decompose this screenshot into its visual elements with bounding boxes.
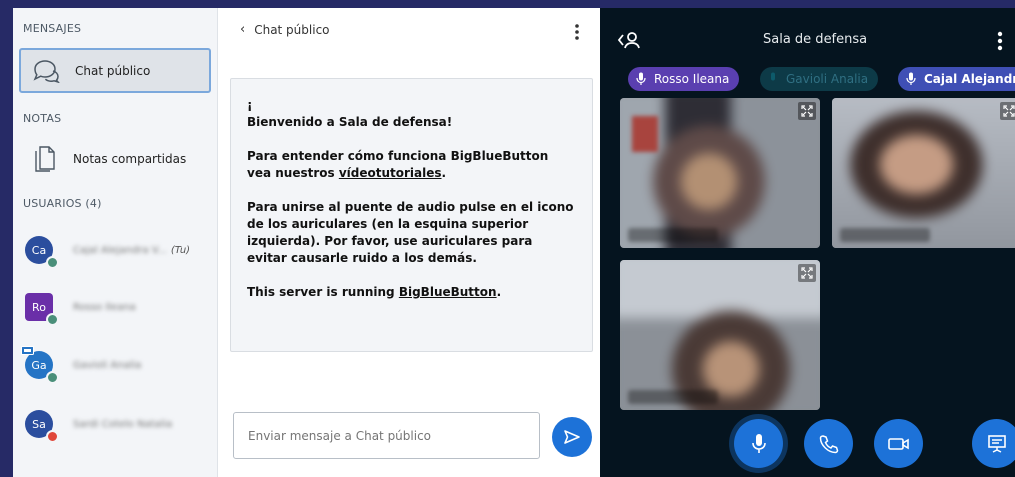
bigbluebutton-link[interactable]: BigBlueButton	[399, 285, 497, 299]
talking-indicator[interactable]: Cajal Alejandra	[898, 67, 1015, 91]
welcome-line-2: Bienvenido a Sala de defensa!	[247, 115, 453, 129]
talker-name: Cajal Alejandra	[924, 72, 1015, 86]
avatar-initials: Ga	[31, 358, 47, 372]
avatar-initials: Ca	[31, 243, 47, 257]
welcome-tutorial-suffix: .	[441, 166, 447, 180]
video-camera-icon	[887, 437, 909, 450]
send-message-button[interactable]	[552, 417, 592, 457]
welcome-audio-instructions: Para unirse al puente de audio pulse en …	[247, 200, 574, 265]
more-options-icon[interactable]	[572, 22, 582, 42]
webcam-name-tag	[840, 228, 930, 242]
you-tag: (Tu)	[170, 244, 191, 256]
avatar: Ga	[21, 346, 59, 384]
welcome-message: ¡ Bienvenido a Sala de defensa! Para ente…	[230, 78, 593, 352]
tutorials-link[interactable]: vídeotutoriales	[339, 166, 442, 180]
chat-panel: ‹ Chat público ¡ Bienvenido a Sala de def…	[218, 8, 603, 477]
fullscreen-icon[interactable]	[798, 102, 816, 120]
presenter-icon	[21, 346, 34, 355]
presentation-button[interactable]	[972, 419, 1015, 468]
phone-icon	[819, 434, 838, 453]
notes-section-title: NOTAS	[23, 112, 62, 125]
leave-audio-button[interactable]	[804, 419, 853, 468]
users-section-title: USUARIOS (4)	[23, 197, 102, 210]
chat-header[interactable]: ‹ Chat público	[240, 22, 330, 37]
user-list-sidebar: MENSAJES Chat público NOTAS Notas compar…	[13, 8, 218, 477]
messages-section-title: MENSAJES	[23, 22, 82, 35]
user-list-item[interactable]: Sa Sardi Cotelo Natalia	[25, 404, 215, 444]
status-badge	[46, 313, 59, 326]
room-title: Sala de defensa	[763, 32, 868, 47]
server-running-suffix: .	[496, 285, 502, 299]
notes-document-icon	[35, 146, 55, 172]
chat-message-input[interactable]	[233, 412, 540, 459]
user-list-item[interactable]: Ro Rosso Ileana	[25, 287, 215, 327]
avatar-initials: Sa	[32, 417, 46, 431]
microphone-icon	[771, 72, 775, 81]
webcam-name-tag	[628, 390, 718, 404]
chevron-left-icon: ‹	[240, 22, 246, 37]
presentation-icon	[987, 434, 1006, 453]
public-chat-item[interactable]: Chat público	[19, 48, 211, 93]
chat-title: Chat público	[254, 22, 330, 37]
talking-indicator[interactable]: Rosso Ileana	[628, 67, 740, 91]
user-list-item[interactable]: Ga Gavioli Analia	[21, 345, 215, 385]
user-name: Sardi Cotelo Natalia	[73, 418, 173, 430]
webcam-tile[interactable]	[620, 260, 820, 410]
user-list-toggle-icon[interactable]	[616, 30, 642, 50]
avatar-initials: Ro	[32, 300, 46, 314]
user-name: Rosso Ileana	[73, 301, 136, 313]
webcam-name-tag	[628, 228, 718, 242]
user-name: Gavioli Analia	[73, 359, 142, 371]
talker-name: Gavioli Analia	[786, 72, 869, 86]
user-name: Cajal Alejandra V...	[73, 244, 167, 256]
chat-bubbles-icon	[33, 59, 60, 83]
status-badge	[46, 430, 59, 443]
shared-notes-item[interactable]: Notas compartidas	[19, 140, 211, 178]
user-list-item[interactable]: Ca Cajal Alejandra V... (Tu)	[25, 230, 215, 270]
webcam-tile[interactable]	[832, 98, 1015, 248]
microphone-icon	[751, 433, 766, 453]
welcome-line-1: ¡	[247, 98, 253, 112]
mute-button[interactable]	[734, 419, 783, 468]
microphone-icon	[636, 72, 646, 85]
status-badge	[46, 256, 59, 269]
fullscreen-icon[interactable]	[1000, 102, 1015, 120]
share-webcam-button[interactable]	[874, 419, 923, 468]
fullscreen-icon[interactable]	[798, 264, 816, 282]
avatar: Sa	[25, 410, 59, 443]
microphone-icon	[906, 72, 916, 85]
server-running-text: This server is running	[247, 285, 399, 299]
status-badge	[46, 371, 59, 384]
send-icon	[564, 430, 580, 444]
app-window: MENSAJES Chat público NOTAS Notas compar…	[13, 8, 1015, 477]
talking-indicator[interactable]: Gavioli Analia	[760, 67, 879, 91]
shared-notes-label: Notas compartidas	[73, 152, 187, 166]
options-menu-icon[interactable]	[995, 30, 1005, 52]
video-area: Sala de defensa Rosso Ileana Gavioli Ana…	[600, 8, 1015, 477]
avatar: Ca	[25, 236, 59, 269]
talker-name: Rosso Ileana	[654, 72, 730, 86]
webcam-tile[interactable]	[620, 98, 820, 248]
public-chat-label: Chat público	[75, 63, 151, 78]
avatar: Ro	[25, 293, 59, 326]
